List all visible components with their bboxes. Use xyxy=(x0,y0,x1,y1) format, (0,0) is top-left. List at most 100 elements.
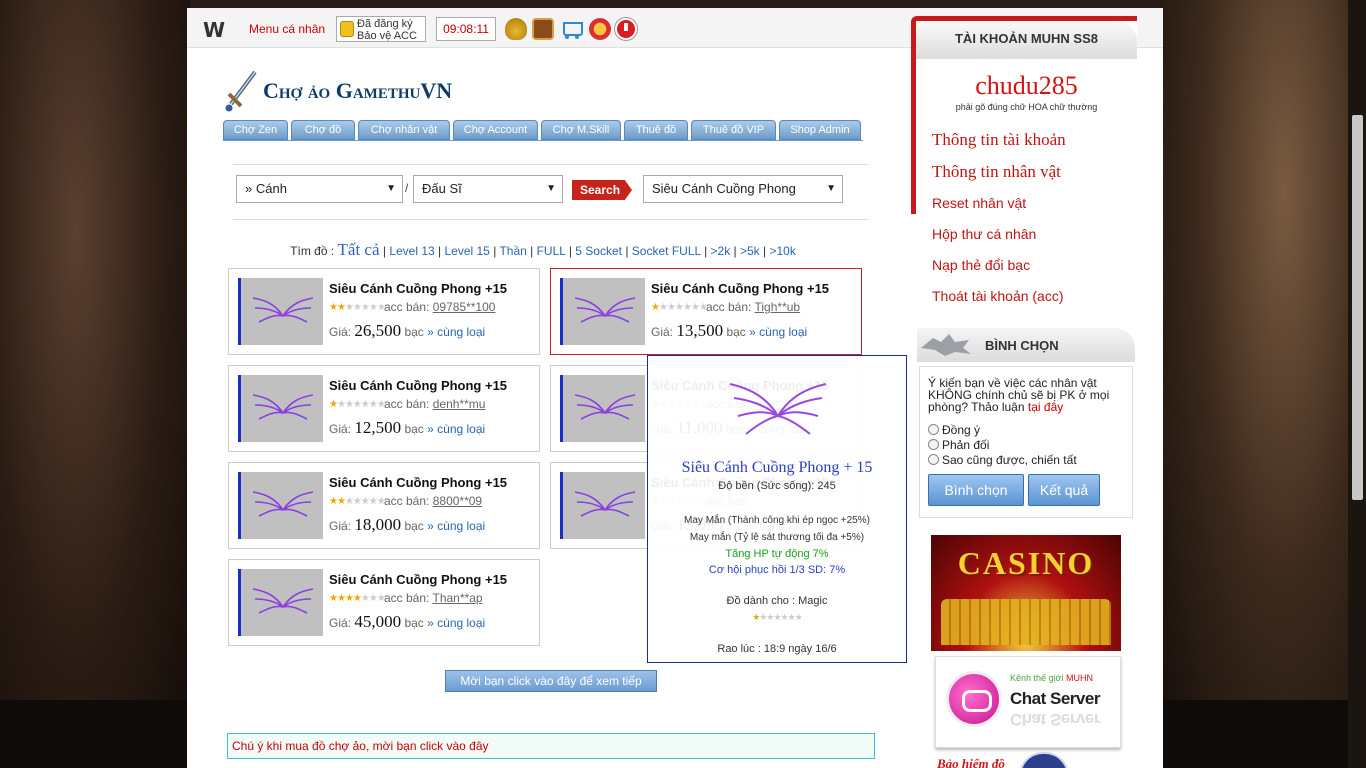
treasure-chest-icon[interactable] xyxy=(532,18,554,40)
item-select[interactable]: Siêu Cánh Cuồng Phong ▼ xyxy=(643,175,843,203)
item-name[interactable]: Siêu Cánh Cuồng Phong +15 xyxy=(651,281,829,296)
item-thumbnail[interactable] xyxy=(238,375,323,442)
similar-items-link[interactable]: » cùng loại xyxy=(427,325,485,339)
item-thumbnail[interactable] xyxy=(560,278,645,345)
seller-link[interactable]: denh**mu xyxy=(433,397,486,411)
item-thumbnail[interactable] xyxy=(560,472,645,539)
account-info-link[interactable]: Thông tin tài khoản xyxy=(932,130,1066,150)
filter-level15[interactable]: Level 15 xyxy=(444,244,489,258)
item-thumbnail[interactable] xyxy=(560,375,645,442)
seller-link[interactable]: Tigh**ub xyxy=(755,300,801,314)
tooltip-durability: Độ bền (Sức sống): 245 xyxy=(718,480,836,492)
vote-button[interactable]: Bình chọn xyxy=(928,474,1024,506)
logo-w-icon[interactable]: W xyxy=(203,18,225,42)
tab-rent-vip[interactable]: Thuê đồ VIP xyxy=(691,120,776,140)
logout-link[interactable]: Thoát tài khoản (acc) xyxy=(932,288,1064,304)
item-name[interactable]: Siêu Cánh Cuồng Phong +15 xyxy=(329,378,507,393)
tab-zen[interactable]: Chợ Zen xyxy=(223,120,288,140)
filter-gt2k[interactable]: >2k xyxy=(711,244,731,258)
item-name[interactable]: Siêu Cánh Cuồng Phong +15 xyxy=(329,281,507,296)
item-seller: acc bán: 09785**100 xyxy=(384,300,496,314)
poll-question: Ý kiến bạn về việc các nhân vật KHÔNG ch… xyxy=(928,376,1110,414)
item-card[interactable]: Siêu Cánh Cuồng Phong +15 ★★★★★★★acc bán:… xyxy=(228,365,540,452)
class-select[interactable]: Đấu Sĩ ▼ xyxy=(413,175,563,203)
poll-body: Ý kiến bạn về việc các nhân vật KHÔNG ch… xyxy=(919,366,1133,518)
filter-full[interactable]: FULL xyxy=(537,244,566,258)
filter-level13[interactable]: Level 13 xyxy=(389,244,434,258)
star-icon: ★ xyxy=(336,399,346,410)
star-icon: ★ xyxy=(352,302,362,313)
item-thumbnail[interactable] xyxy=(238,472,323,539)
item-name[interactable]: Siêu Cánh Cuồng Phong +15 xyxy=(329,475,507,490)
star-icon: ★ xyxy=(787,612,796,622)
mailbox-link[interactable]: Hộp thư cá nhân xyxy=(932,226,1036,242)
item-thumbnail[interactable] xyxy=(238,569,323,636)
personal-menu-link[interactable]: Menu cá nhân xyxy=(249,22,325,36)
tab-shop-admin[interactable]: Shop Admin xyxy=(779,120,861,140)
account-protection-badge[interactable]: Đã đăng ký Bảo vệ ACC xyxy=(336,16,426,42)
insurance-banner[interactable]: Bảo hiểm đồ xyxy=(937,756,1005,768)
character-info-link[interactable]: Thông tin nhân vật xyxy=(932,162,1061,182)
gift-icon[interactable] xyxy=(589,18,611,40)
chat-subtitle: Kênh thế giới MUHN xyxy=(1010,673,1093,683)
filter-gt10k[interactable]: >10k xyxy=(769,244,795,258)
page-scrollbar-thumb[interactable] xyxy=(1352,115,1363,500)
money-bag-icon[interactable] xyxy=(505,18,527,40)
radio-icon[interactable] xyxy=(928,424,939,435)
page-title: Chợ ảo GamethuVN xyxy=(263,78,453,103)
star-icon: ★ xyxy=(329,399,338,410)
similar-items-link[interactable]: » cùng loại xyxy=(427,422,485,436)
poll-option-disagree[interactable]: Phản đối xyxy=(928,438,989,452)
tooltip-luck-2: May mắn (Tỷ lệ sát thương tối đa +5%) xyxy=(689,532,865,543)
register-line1: Đã đăng ký xyxy=(357,18,413,30)
poll-option-whatever[interactable]: Sao cũng được, chiến tất xyxy=(928,453,1077,467)
filter-than[interactable]: Thần xyxy=(499,244,526,258)
dragon-icon xyxy=(921,334,971,356)
market-notice-link[interactable]: Chú ý khi mua đồ chợ ảo, mời bạn click v… xyxy=(227,733,875,759)
casino-banner[interactable]: CASINO xyxy=(931,535,1121,651)
item-thumbnail[interactable] xyxy=(238,278,323,345)
topup-link[interactable]: Nạp thẻ đổi bạc xyxy=(932,257,1030,273)
similar-items-link[interactable]: » cùng loại xyxy=(749,325,807,339)
item-star-rating: ★★★★★★★ xyxy=(329,302,386,313)
filter-gt5k[interactable]: >5k xyxy=(740,244,760,258)
seller-link[interactable]: 8800**09 xyxy=(433,494,482,508)
item-name[interactable]: Siêu Cánh Cuồng Phong +15 xyxy=(329,572,507,587)
tab-mskill[interactable]: Chợ M.Skill xyxy=(541,120,621,140)
item-card[interactable]: Siêu Cánh Cuồng Phong +15 ★★★★★★★acc bán:… xyxy=(550,268,862,355)
item-seller: acc bán: Than**ap xyxy=(384,591,483,605)
tab-characters[interactable]: Chợ nhân vật xyxy=(358,120,450,140)
similar-items-link[interactable]: » cùng loại xyxy=(427,519,485,533)
tab-account[interactable]: Chợ Account xyxy=(453,120,538,140)
item-card[interactable]: Siêu Cánh Cuồng Phong +15 ★★★★★★★acc bán:… xyxy=(228,462,540,549)
similar-items-link[interactable]: » cùng loại xyxy=(427,616,485,630)
seller-link[interactable]: 09785**100 xyxy=(433,300,496,314)
item-card[interactable]: Siêu Cánh Cuồng Phong +15 ★★★★★★★acc bán:… xyxy=(228,268,540,355)
star-icon: ★ xyxy=(336,593,346,604)
poll-option-agree[interactable]: Đồng ý xyxy=(928,423,980,437)
filter-5-socket[interactable]: 5 Socket xyxy=(575,244,622,258)
radio-icon[interactable] xyxy=(928,439,939,450)
logout-power-icon[interactable] xyxy=(615,18,637,40)
category-select[interactable]: » Cánh ▼ xyxy=(236,175,403,203)
item-seller: acc bán: 8800**09 xyxy=(384,494,483,508)
register-line2: Bảo vệ ACC xyxy=(357,30,417,42)
item-price: Giá: 12,500 bạc » cùng loại xyxy=(329,418,486,437)
radio-icon[interactable] xyxy=(928,454,939,465)
reset-character-link[interactable]: Reset nhân vật xyxy=(932,195,1026,211)
load-more-button[interactable]: Mời bạn click vào đây để xem tiếp xyxy=(445,670,657,692)
wing-icon xyxy=(252,297,314,323)
shopping-cart-icon[interactable] xyxy=(561,18,583,40)
tab-items[interactable]: Chợ đồ xyxy=(291,120,355,140)
chat-server-banner[interactable]: Kênh thế giới MUHN Chat Server Chat Serv… xyxy=(935,656,1121,748)
filter-socket-full[interactable]: Socket FULL xyxy=(632,244,701,258)
tab-rent[interactable]: Thuê đồ xyxy=(624,120,688,140)
search-button[interactable]: Search xyxy=(572,180,632,200)
result-button[interactable]: Kết quả xyxy=(1028,474,1100,506)
star-icon: ★ xyxy=(360,593,370,604)
seller-link[interactable]: Than**ap xyxy=(433,591,483,605)
item-card[interactable]: Siêu Cánh Cuồng Phong +15 ★★★★★★★acc bán:… xyxy=(228,559,540,646)
poll-discuss-link[interactable]: tại đây xyxy=(1028,400,1063,414)
filter-all[interactable]: Tất cả xyxy=(338,240,380,259)
star-icon: ★ xyxy=(360,496,370,507)
